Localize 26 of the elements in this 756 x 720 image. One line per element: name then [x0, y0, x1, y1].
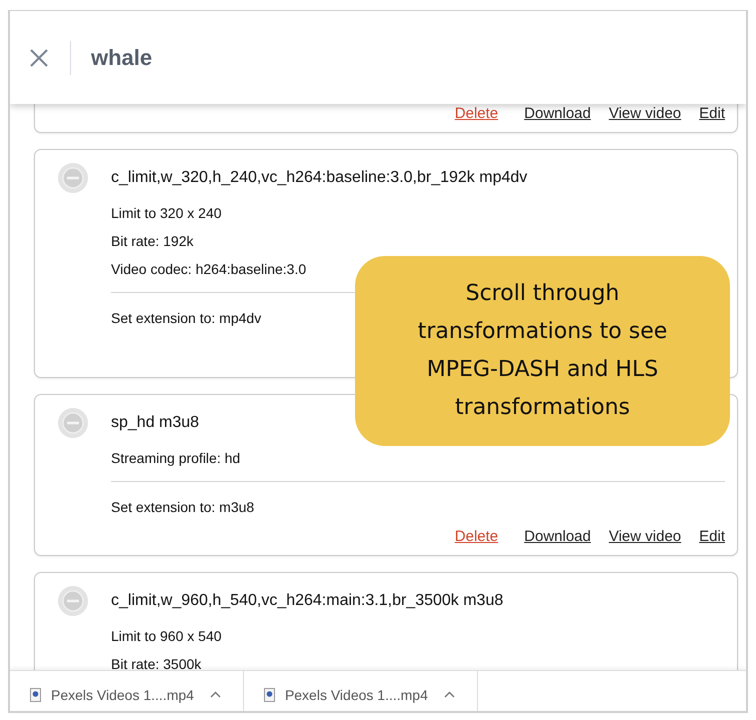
download-name[interactable]: Pexels Videos 1....mp4	[284, 687, 428, 703]
download-name[interactable]: Pexels Videos 1....mp4	[51, 687, 194, 703]
action-link[interactable]: Edit	[699, 105, 725, 122]
close-icon[interactable]	[28, 46, 50, 68]
action-link[interactable]: Edit	[699, 528, 725, 545]
action-link[interactable]: View video	[608, 105, 682, 122]
extension-text: Set extension to: m3u8	[111, 498, 256, 516]
action-link[interactable]: View video	[608, 528, 682, 545]
action-link[interactable]: Download	[524, 105, 591, 122]
callout-note: Scroll through transformations to see MPEG-DASH and HLS transformations	[355, 256, 730, 446]
transformation-detail: Bit rate: 3500k	[111, 655, 202, 670]
search-query[interactable]: whale	[91, 44, 152, 70]
delete-link[interactable]: Delete	[454, 105, 498, 122]
extension-text: Set extension to: mp4dv	[111, 309, 262, 327]
transformation-title: c_limit,w_320,h_240,vc_h264:baseline:3.0,br_192k mp4dv	[111, 169, 528, 187]
action-link[interactable]: Download	[524, 528, 591, 545]
transformation-title: c_limit,w_960,h_540,vc_h264:main:3.1,br_3500k m3u8	[111, 592, 504, 610]
transformation-title: sp_hd m3u8	[111, 414, 200, 432]
delete-link[interactable]: Delete	[454, 528, 498, 545]
file-icon	[264, 688, 275, 702]
file-icon	[30, 688, 41, 702]
transformation-detail: Limit to 960 x 540	[111, 627, 223, 645]
transformation-detail: Bit rate: 192k	[111, 232, 194, 250]
transformation-detail: Streaming profile: hd	[111, 449, 242, 467]
transformation-detail: Video codec: h264:baseline:3.0	[111, 260, 308, 278]
transformation-detail: Limit to 320 x 240	[111, 204, 223, 222]
